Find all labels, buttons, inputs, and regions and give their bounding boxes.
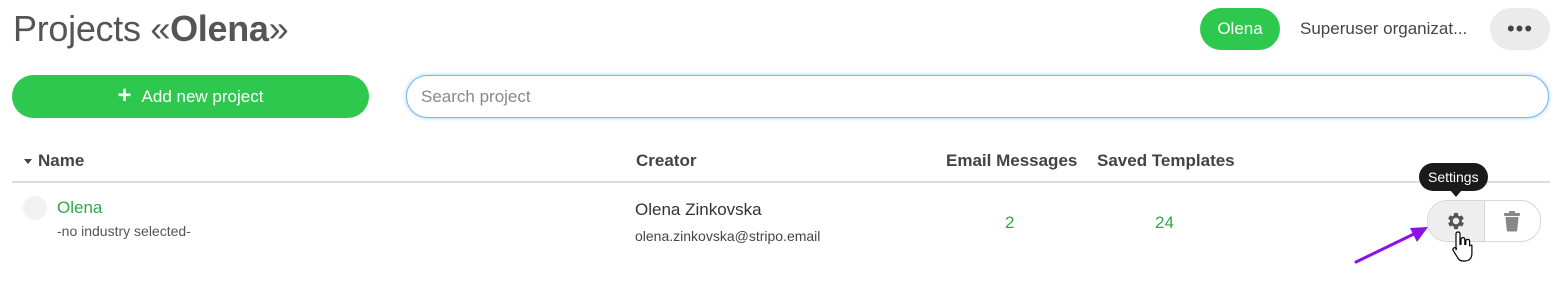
- add-new-project-label: Add new project: [141, 86, 264, 106]
- trash-icon: [1504, 211, 1521, 232]
- more-menu-button[interactable]: •••: [1490, 8, 1550, 50]
- saved-templates-count[interactable]: 24: [1155, 213, 1174, 233]
- gear-icon: [1447, 212, 1464, 230]
- column-header-creator: Creator: [636, 151, 697, 170]
- projects-page: Projects «Olena» Olena Superuser organiz…: [0, 0, 1566, 299]
- column-header-saved-templates: Saved Templates: [1097, 151, 1235, 170]
- page-title-prefix: Projects «: [13, 8, 171, 49]
- column-header-email-messages: Email Messages: [946, 151, 1078, 170]
- table-row: Olena -no industry selected- Olena Zinko…: [12, 183, 1550, 263]
- creator-name: Olena Zinkovska: [635, 200, 762, 219]
- caret-down-icon: [24, 158, 32, 164]
- ellipsis-icon: •••: [1506, 16, 1534, 41]
- add-new-project-button[interactable]: + Add new project: [12, 75, 369, 118]
- column-header-name-label: Name: [38, 151, 85, 170]
- page-title: Projects «Olena»: [13, 8, 289, 50]
- organization-selector[interactable]: Superuser organizat...: [1300, 19, 1467, 39]
- project-avatar: [23, 196, 47, 220]
- hand-cursor-icon: [1452, 231, 1473, 262]
- project-name-link[interactable]: Olena: [57, 198, 102, 218]
- plus-icon: +: [117, 81, 132, 109]
- page-title-suffix: »: [268, 8, 289, 49]
- email-messages-count[interactable]: 2: [1005, 213, 1014, 233]
- tooltip-arrow: [1450, 190, 1462, 197]
- annotation-arrow-icon: [1354, 227, 1428, 264]
- row-actions: [1427, 200, 1541, 242]
- page-title-org: Olena: [170, 8, 269, 49]
- project-industry: -no industry selected-: [57, 223, 191, 239]
- creator-email: olena.zinkovska@stripo.email: [635, 228, 821, 244]
- settings-tooltip: Settings: [1419, 163, 1488, 191]
- delete-button[interactable]: [1485, 201, 1541, 241]
- search-project-input[interactable]: [406, 75, 1549, 118]
- column-header-name[interactable]: Name: [24, 151, 84, 171]
- user-account-button[interactable]: Olena: [1200, 8, 1280, 50]
